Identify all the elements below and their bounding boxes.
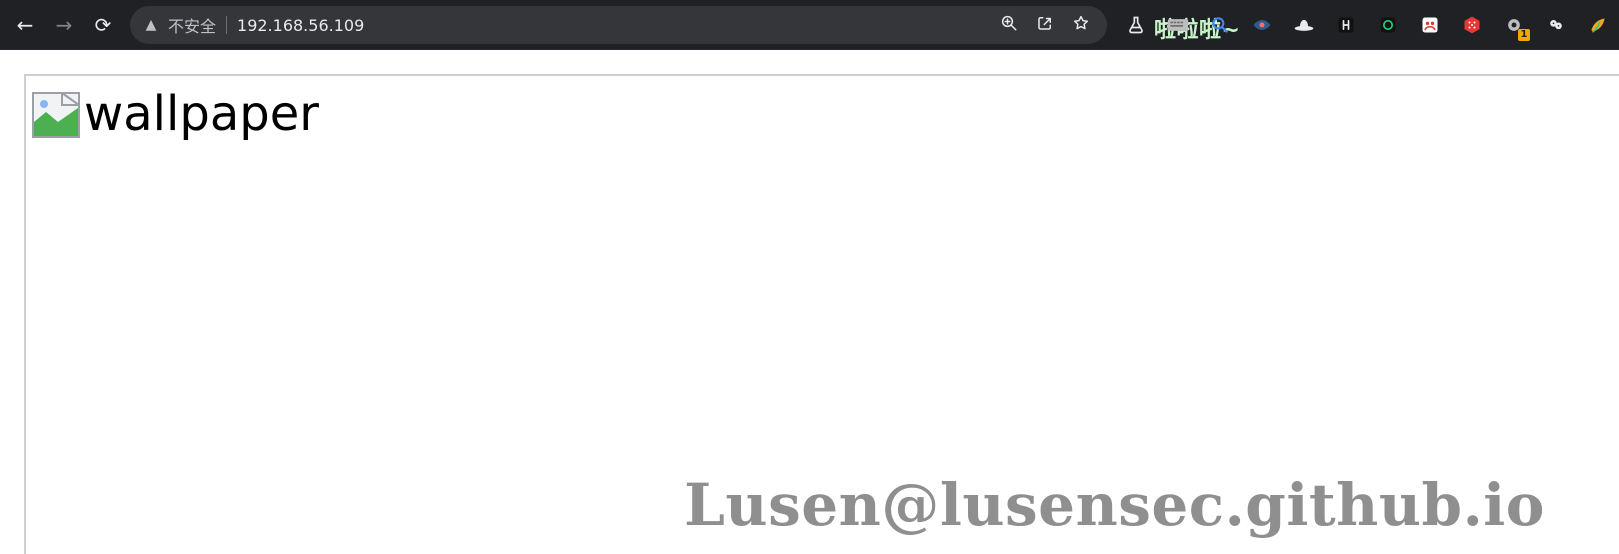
extension-flask[interactable] [1122,11,1150,39]
extension-keyboard[interactable] [1164,11,1192,39]
flask-icon [1126,15,1146,35]
url-text[interactable]: 192.168.56.109 [237,16,364,35]
zoom-button[interactable] [993,9,1025,41]
people-icon [1420,15,1440,35]
extension-magnifier[interactable] [1206,11,1234,39]
bookmark-button[interactable] [1065,9,1097,41]
arrow-left-icon: ← [16,13,34,37]
extension-cookies[interactable] [1542,11,1570,39]
star-icon [1072,14,1090,36]
zoom-in-icon [1000,14,1018,36]
broken-image-icon [32,92,80,138]
circle-square-icon [1378,15,1398,35]
extension-people[interactable] [1416,11,1444,39]
back-button[interactable]: ← [8,8,42,42]
magnifier-icon [1210,15,1230,35]
colorful-icon [1588,15,1608,35]
hat-icon [1293,16,1315,34]
extension-badge: 1 [1518,29,1530,41]
content-frame: wallpaper Lusen@lusensec.github.io [24,74,1619,554]
extension-colorful[interactable] [1584,11,1612,39]
security-indicator[interactable]: 不安全 [168,13,216,37]
extension-eye[interactable] [1248,11,1276,39]
extension-dice[interactable] [1458,11,1486,39]
page-viewport: wallpaper Lusen@lusensec.github.io [0,50,1619,554]
share-icon [1036,14,1054,36]
extensions-toolbar: 1 [1112,6,1619,44]
extension-h[interactable] [1332,11,1360,39]
reload-icon: ⟳ [94,13,112,37]
cookies-icon [1546,15,1566,35]
watermark-text: Lusen@lusensec.github.io [684,471,1545,539]
keyboard-icon [1167,16,1189,34]
share-button[interactable] [1029,9,1061,41]
arrow-right-icon: → [55,13,73,37]
eye-icon [1252,15,1272,35]
omnibox-divider [226,16,228,34]
extension-hat[interactable] [1290,11,1318,39]
h-square-icon [1336,15,1356,35]
warning-icon: ▲ [145,17,157,33]
extension-circle[interactable] [1374,11,1402,39]
reload-button[interactable]: ⟳ [86,8,120,42]
forward-button[interactable]: → [47,8,81,42]
address-bar[interactable]: ▲ 不安全 192.168.56.109 [130,6,1107,44]
image-alt-text: wallpaper [84,86,319,142]
wallpaper-image: wallpaper [32,82,319,142]
extension-gear[interactable]: 1 [1500,11,1530,41]
dice-icon [1462,15,1482,35]
browser-toolbar: ← → ⟳ ▲ 不安全 192.168.56.109 啦啦啦~ 1 [0,0,1619,50]
